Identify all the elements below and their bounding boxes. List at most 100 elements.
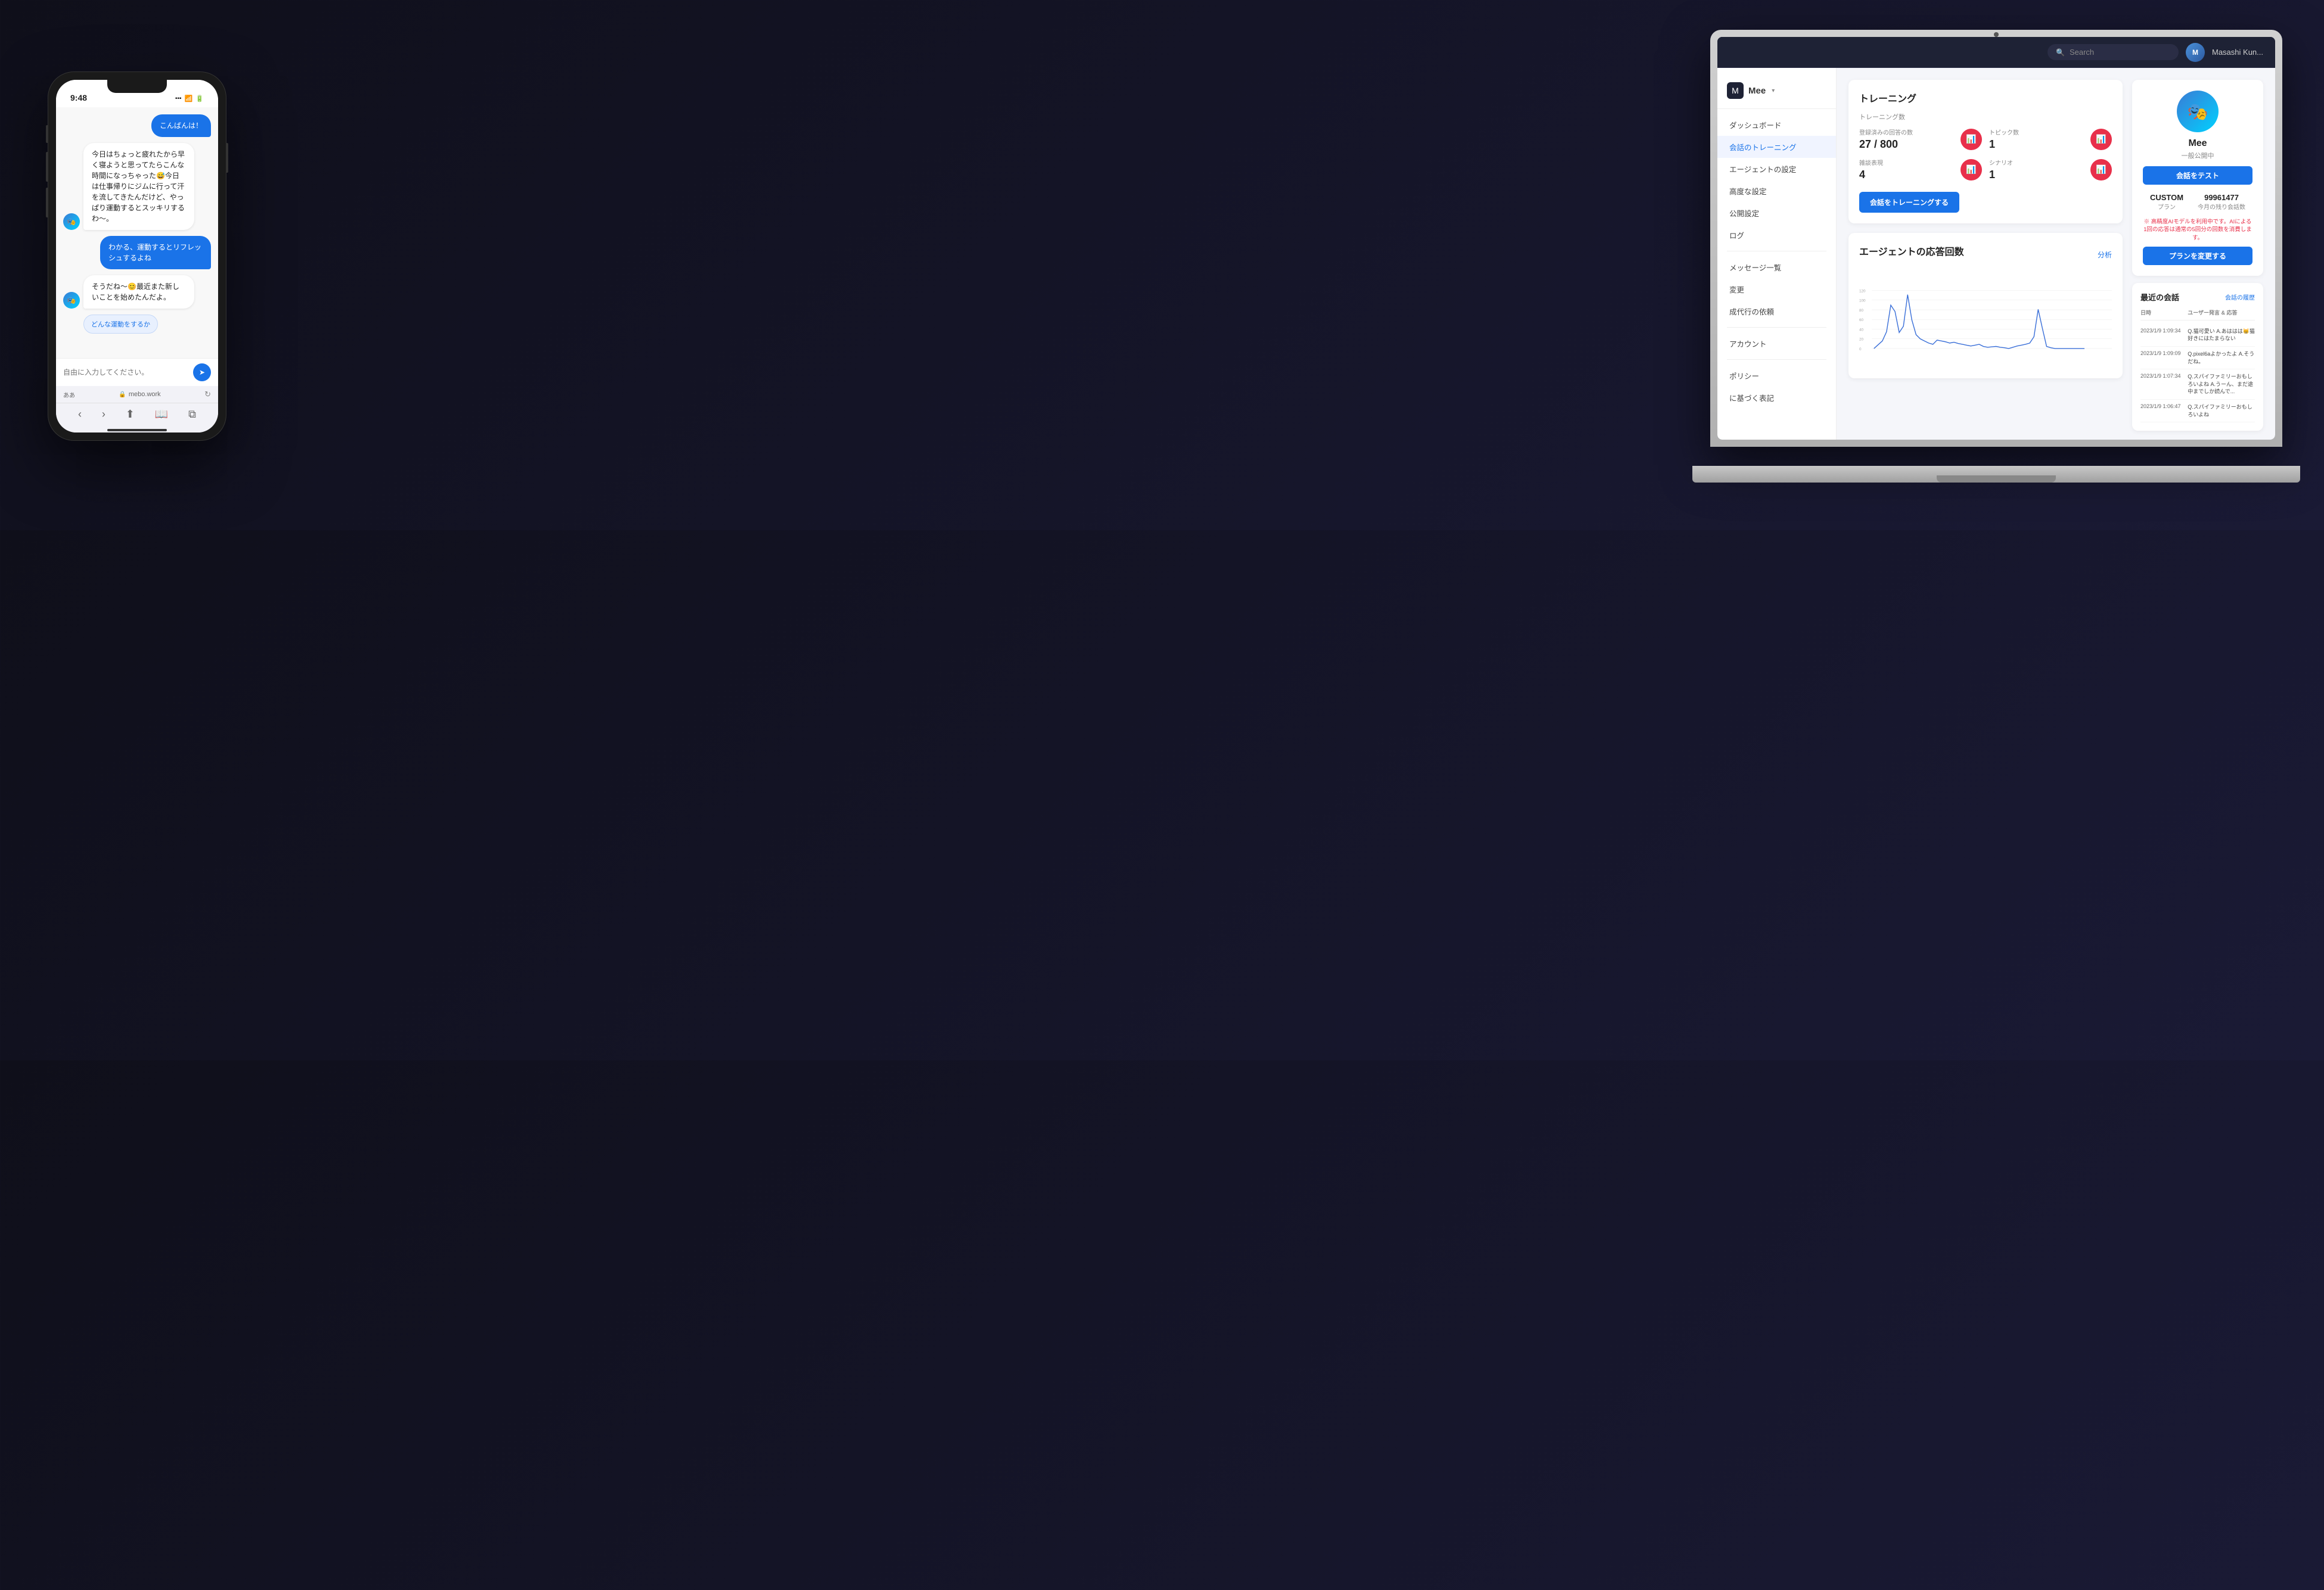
svg-text:80: 80 [1859,309,1864,313]
sidebar-item-dashboard[interactable]: ダッシュボード [1717,114,1836,136]
history-link[interactable]: 会話の履歴 [2225,293,2255,301]
svg-text:20: 20 [1859,338,1864,342]
chat-message-1: 今日はちょっと疲れたから早く寝ようと思ってたらこんな時間になっちゃった😅今日は仕… [83,143,194,230]
chat-row-bot-3: 🎭 そうだね〜😊最近また新しいことを始めたんだよ。 [63,275,211,309]
lock-icon: 🔒 [119,391,126,398]
home-bar [107,429,167,431]
change-plan-button[interactable]: プランを変更する [2143,247,2252,265]
plan-item: CUSTOM プラン [2150,193,2183,211]
agent-avatar: 🎭 [2177,91,2219,132]
agent-name: Mee [2188,138,2207,149]
sidebar-item-log[interactable]: ログ [1717,224,1836,246]
train-button[interactable]: 会話をトレーニングする [1859,192,1959,213]
stat-topics: トピック数 1 📊 [1989,127,2112,151]
test-conversation-button[interactable]: 会話をテスト [2143,166,2252,185]
sidebar-item-publish[interactable]: 公開設定 [1717,202,1836,224]
col-date-label: 日時 [2140,309,2185,316]
nav-share-icon[interactable]: ⬆ [126,408,135,421]
recent-qa-0: Q.猫可愛い A.あははは😸猫好きにはたまらない [2188,328,2255,343]
sidebar: M Mee ▾ ダッシュボード 会話のトレーニング エージェントの設定 高度な設 [1717,68,1837,440]
stat-icon-1: 📊 [1961,129,1982,150]
sidebar-item-policy[interactable]: ポリシー [1717,365,1836,387]
recent-row-2: 2023/1/9 1:07:34 Q.スパイファミリーおもしろいよね A.うーん… [2140,369,2255,400]
phone-notch [107,80,167,93]
sidebar-item-training[interactable]: 会話のトレーニング [1717,136,1836,158]
stat-registered: 登録済みの回答の数 27 / 800 📊 [1859,127,1982,151]
phone-screen: 9:48 ▪▪▪ 📶 🔋 こんばんは！ 🎭 今日はちょっと疲れたから早く寝ようと… [56,80,218,432]
stat-value-scenario: 1 [1989,169,2013,181]
phone-volume-down-button [46,188,48,217]
phone-chat-input[interactable] [63,368,188,377]
recent-qa-1: Q.pixel6aよかったよ A.そうだね。 [2188,350,2255,365]
url-display: 🔒 mebo.work [119,391,160,398]
phone-home-indicator [56,429,218,432]
recent-header: 最近の会話 会話の履歴 [2140,291,2255,303]
wifi-icon: 📶 [185,95,193,102]
chat-message-0: こんばんは！ [151,114,211,137]
recent-title: 最近の会話 [2140,291,2179,303]
nav-tabs-icon[interactable]: ⧉ [188,408,196,421]
nav-bookmarks-icon[interactable]: 📖 [155,408,168,421]
stat-scenario: シナリオ 1 📊 [1989,158,2112,181]
training-card-title: トレーニング [1859,91,2112,105]
sidebar-item-agent-settings[interactable]: エージェントの設定 [1717,158,1836,180]
stat-icon-4: 📊 [2090,159,2112,181]
laptop-base [1692,466,2300,483]
sidebar-item-change[interactable]: 変更 [1717,278,1836,300]
training-section-label: トレーニング数 [1859,112,2112,122]
sessions-label: 今月の残り会話数 [2198,202,2245,211]
search-icon: 🔍 [2056,48,2065,57]
sidebar-item-account[interactable]: アカウント [1717,332,1836,354]
signal-icon: ▪▪▪ [175,95,182,102]
suggested-reply[interactable]: どんな運動をするか [83,315,158,334]
dashboard: トレーニング トレーニング数 登録済みの回答の数 27 / 800 📊 [1837,68,2275,440]
phone-input-bar: ➤ [56,358,218,386]
svg-text:0: 0 [1859,347,1862,351]
agent-card: 🎭 Mee 一般公開中 会話をテスト CUSTOM プラン [2132,80,2263,276]
analysis-link[interactable]: 分析 [2098,250,2112,260]
battery-icon: 🔋 [195,95,204,102]
recent-qa-2: Q.スパイファミリーおもしろいよね A.うーん、まだ途中までしか読んで... [2188,373,2255,396]
plan-label: プラン [2150,202,2183,211]
recent-date-0: 2023/1/9 1:09:34 [2140,328,2185,343]
laptop: 🔍 Search M Masashi Kun... M Mee ▾ ダッシュボー… [1710,30,2294,518]
sidebar-brand[interactable]: M Mee ▾ [1717,77,1836,109]
user-name: Masashi Kun... [2212,48,2263,57]
stat-value-casual: 4 [1859,169,1883,181]
stat-label-registered: 登録済みの回答の数 [1859,127,1913,136]
sidebar-label-training: 会話のトレーニング [1729,141,1797,153]
stat-value-topics: 1 [1989,138,2019,151]
dashboard-left: トレーニング トレーニング数 登録済みの回答の数 27 / 800 📊 [1848,80,2123,428]
stat-casual: 雑談表現 4 📊 [1859,158,1982,181]
refresh-icon[interactable]: ↻ [204,390,211,399]
recent-qa-3: Q.スパイファミリーおもしろいよね [2188,403,2255,418]
svg-text:40: 40 [1859,328,1864,332]
nav-forward-icon[interactable]: › [102,408,105,421]
chat-row-bot-1: 🎭 今日はちょっと疲れたから早く寝ようと思ってたらこんな時間になっちゃった😅今日… [63,143,211,230]
phone-time: 9:48 [70,93,87,102]
phone-chat-area: こんばんは！ 🎭 今日はちょっと疲れたから早く寝ようと思ってたらこんな時間になっ… [56,107,218,358]
keyboard-indicator: ああ [63,390,75,399]
sidebar-item-advanced[interactable]: 高度な設定 [1717,180,1836,202]
stat-value-registered: 27 / 800 [1859,138,1913,151]
laptop-screen: 🔍 Search M Masashi Kun... M Mee ▾ ダッシュボー… [1717,37,2275,440]
sidebar-divider-2 [1727,327,1826,328]
user-avatar: M [2186,43,2205,62]
topbar: 🔍 Search M Masashi Kun... [1717,37,2275,68]
svg-text:60: 60 [1859,318,1864,322]
phone-browser-bar: ああ 🔒 mebo.work ↻ [56,386,218,403]
sidebar-item-list[interactable]: メッセージ一覧 [1717,256,1836,278]
phone-send-button[interactable]: ➤ [193,363,211,381]
sessions-value: 99961477 [2198,193,2245,202]
plan-note: ※ 高精度AIモデルを利用中です。AIによる1回の応答は通常の5回分の回数を消費… [2143,218,2252,242]
nav-back-icon[interactable]: ‹ [78,408,82,421]
search-bar[interactable]: 🔍 Search [2048,44,2179,60]
stat-label-casual: 雑談表現 [1859,158,1883,167]
phone-body: 9:48 ▪▪▪ 📶 🔋 こんばんは！ 🎭 今日はちょっと疲れたから早く寝ようと… [48,71,226,441]
sidebar-item-request[interactable]: 成代行の依頼 [1717,300,1836,322]
agent-avatar-face: 🎭 [2177,91,2219,132]
recent-date-2: 2023/1/9 1:07:34 [2140,373,2185,396]
search-input[interactable]: Search [2070,48,2094,57]
sidebar-item-notation[interactable]: に基づく表記 [1717,387,1836,409]
bot-avatar-3: 🎭 [63,292,80,309]
